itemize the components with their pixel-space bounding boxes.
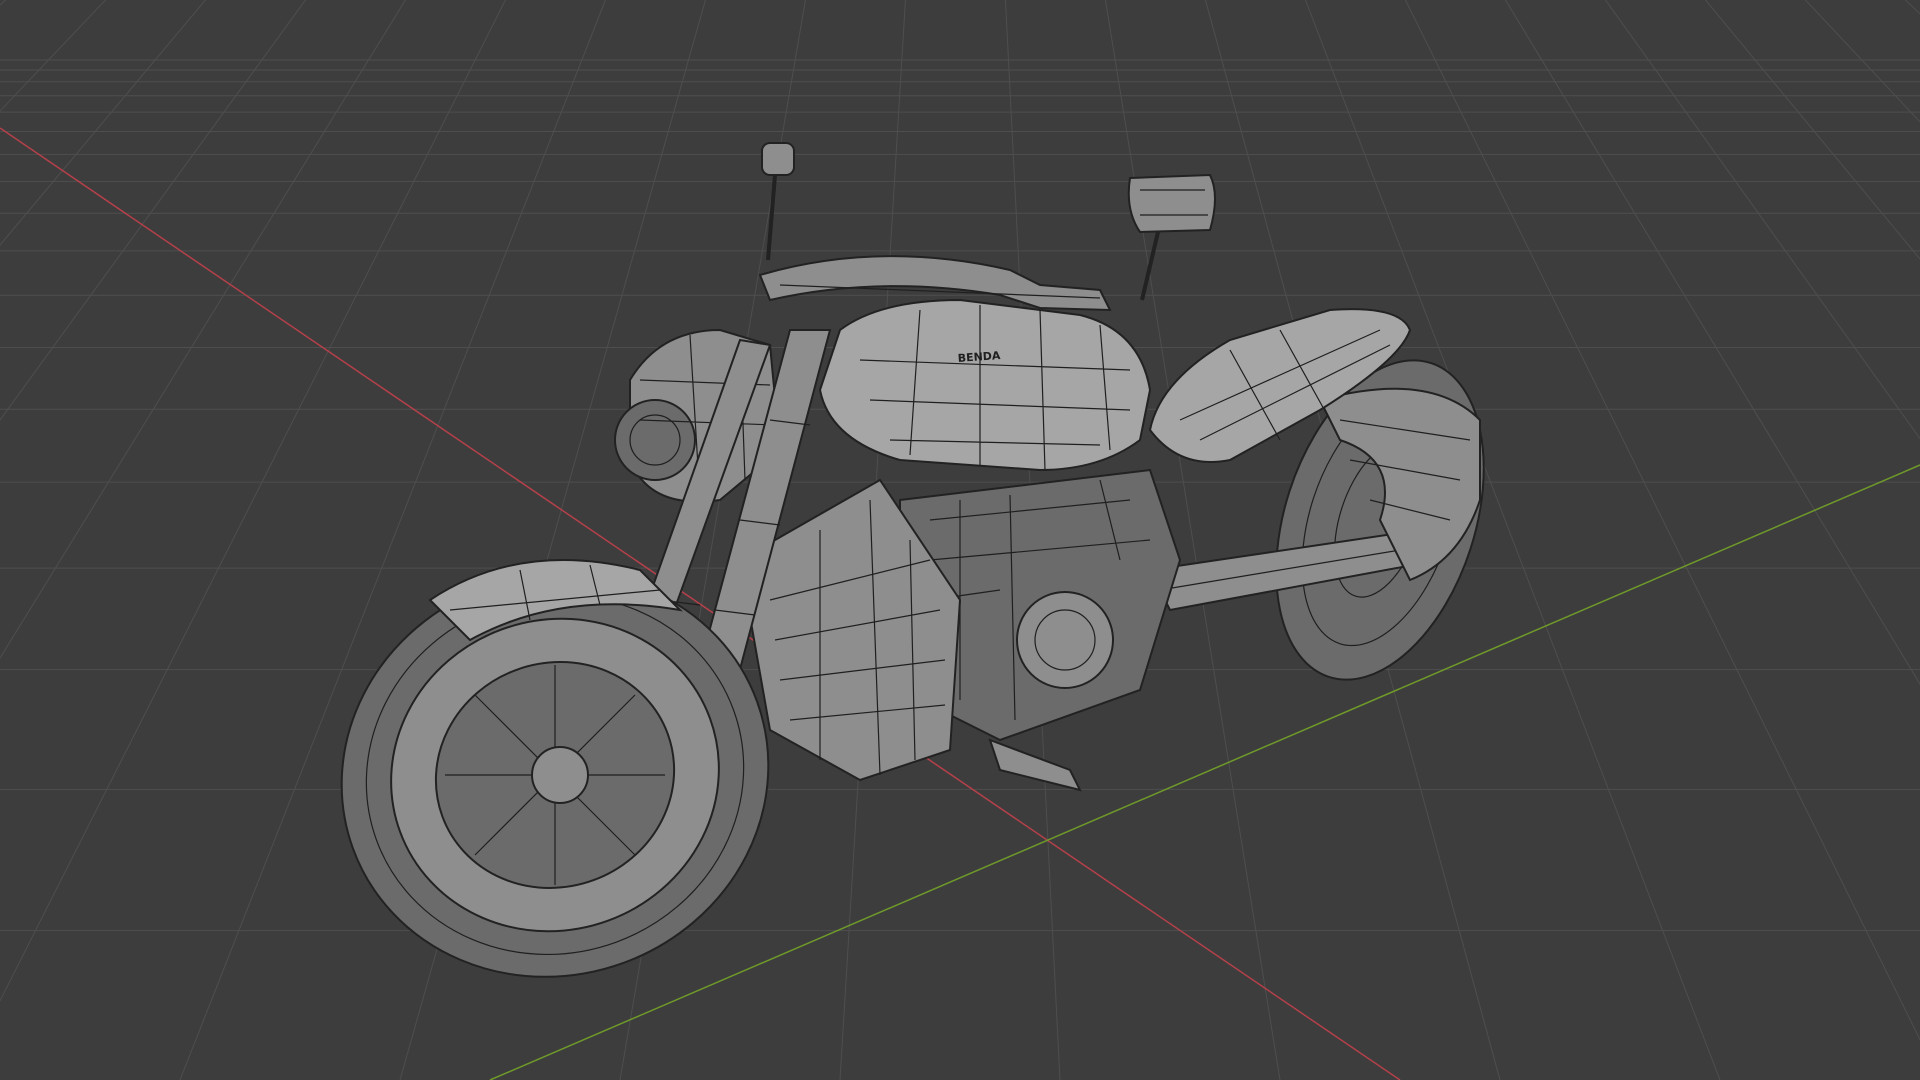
right-mirror[interactable] <box>1127 173 1216 301</box>
3d-viewport[interactable]: BENDA <box>0 0 1920 1080</box>
left-mirror[interactable] <box>761 142 795 261</box>
fuel-tank[interactable]: BENDA <box>818 298 1152 472</box>
viewport-canvas[interactable]: BENDA <box>0 0 1920 1080</box>
footpeg[interactable] <box>988 738 1082 792</box>
